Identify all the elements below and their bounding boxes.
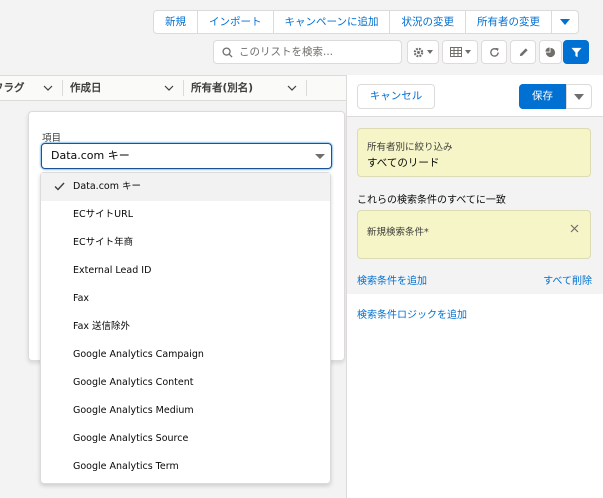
owner-filter-card[interactable]: 所有者別に絞り込み すべてのリード [357, 128, 591, 177]
close-icon[interactable] [570, 224, 579, 233]
table-icon [449, 47, 462, 57]
caret-down-icon [574, 93, 584, 100]
match-condition-text: これらの検索条件のすべてに一致 [357, 195, 506, 206]
option-label: ECサイトURL [73, 209, 133, 220]
chevron-down-icon[interactable] [287, 76, 297, 100]
option-item[interactable]: Google Analytics Content [41, 369, 330, 397]
option-label: Google Analytics Campaign [73, 349, 204, 360]
filter-panel-body: 所有者別に絞り込み すべてのリード これらの検索条件のすべてに一致 新規検索条件… [347, 117, 603, 294]
caret-down-icon [559, 19, 570, 25]
owner-filter-value: すべてのリード [367, 157, 440, 169]
charts-button[interactable] [539, 40, 562, 64]
pie-chart-icon [545, 46, 556, 57]
table-header: フラグ 作成日 所有者(別名) [0, 75, 346, 101]
owner-filter-label: 所有者別に絞り込み [367, 142, 453, 153]
add-filter-logic-link[interactable]: 検索条件ロジックを追加 [357, 306, 467, 321]
column-header-label: 作成日 [70, 82, 102, 94]
option-item[interactable]: Google Analytics Source [41, 425, 330, 453]
new-button[interactable]: 新規 [154, 11, 198, 33]
option-label: Fax [73, 293, 90, 304]
option-item[interactable]: External Lead ID [41, 257, 330, 285]
column-header-flag[interactable]: フラグ [0, 76, 62, 100]
filter-panel: キャンセル 保存 所有者別に絞り込み すべてのリード これらの検索条件のすべてに… [346, 75, 603, 498]
caret-down-icon [464, 50, 471, 54]
column-divider [306, 80, 307, 96]
check-icon [54, 182, 65, 191]
option-label: Fax 送信除外 [73, 321, 131, 332]
option-item[interactable]: Data.com キー [41, 173, 330, 201]
option-item[interactable]: Google Analytics Term [41, 453, 330, 481]
save-options-button[interactable] [566, 84, 592, 109]
option-label: ECサイト年商 [73, 237, 134, 248]
option-label: Data.com キー [73, 181, 142, 192]
refresh-icon [489, 47, 499, 57]
remove-all-link[interactable]: すべて削除 [543, 272, 592, 287]
add-filter-link[interactable]: 検索条件を追加 [357, 272, 427, 287]
search-icon [222, 46, 233, 58]
list-actions-button-group: 新規 インポート キャンペーンに追加 状況の変更 所有者の変更 [153, 10, 579, 34]
more-actions-button[interactable] [552, 11, 578, 33]
new-filter-label: 新規検索条件* [367, 227, 429, 238]
filter-icon [570, 47, 582, 57]
option-label: Google Analytics Content [73, 377, 194, 388]
list-settings-button[interactable] [407, 40, 439, 64]
option-item[interactable]: Fax 送信除外 [41, 313, 330, 341]
option-label: External Lead ID [73, 265, 152, 276]
add-to-campaign-button[interactable]: キャンペーンに追加 [274, 11, 391, 33]
save-button[interactable]: 保存 [519, 84, 566, 109]
pencil-icon [519, 47, 528, 56]
column-header-label: フラグ [0, 82, 25, 94]
column-header-owner-alias[interactable]: 所有者(別名) [184, 76, 306, 100]
option-item[interactable]: Google Analytics Campaign [41, 341, 330, 369]
field-select-value: Data.com キー [51, 149, 130, 162]
refresh-button[interactable] [481, 40, 507, 64]
inline-edit-button[interactable] [510, 40, 536, 64]
change-status-button[interactable]: 状況の変更 [390, 11, 466, 33]
option-item[interactable]: Google Analytics Medium [41, 397, 330, 425]
caret-down-icon [427, 50, 433, 54]
option-label: Google Analytics Source [73, 433, 189, 444]
display-as-button[interactable] [442, 40, 478, 64]
cancel-button[interactable]: キャンセル [357, 84, 435, 109]
list-search-box[interactable] [213, 40, 402, 64]
filter-button[interactable] [563, 40, 589, 64]
option-label: Google Analytics Medium [73, 405, 194, 416]
chevron-down-icon[interactable] [164, 76, 174, 100]
option-item[interactable]: Fax [41, 285, 330, 313]
field-select[interactable]: Data.com キー [41, 143, 332, 169]
option-item[interactable]: ECサイトURL [41, 201, 330, 229]
option-label: Google Analytics Term [73, 461, 179, 472]
column-header-created-date[interactable]: 作成日 [63, 76, 183, 100]
chevron-down-icon[interactable] [43, 76, 53, 100]
caret-down-icon [315, 154, 325, 159]
change-owner-button[interactable]: 所有者の変更 [466, 11, 552, 33]
gear-icon [413, 47, 424, 57]
column-header-label: 所有者(別名) [191, 82, 254, 94]
option-item[interactable]: ECサイト年商 [41, 229, 330, 257]
search-input[interactable] [239, 46, 389, 58]
field-label: 項目 [42, 133, 62, 144]
new-filter-card[interactable]: 新規検索条件* [357, 210, 591, 259]
filter-panel-header: キャンセル 保存 [347, 75, 603, 117]
field-options-listbox: Data.com キー ECサイトURL ECサイト年商 External Le… [40, 172, 331, 484]
import-button[interactable]: インポート [198, 11, 274, 33]
